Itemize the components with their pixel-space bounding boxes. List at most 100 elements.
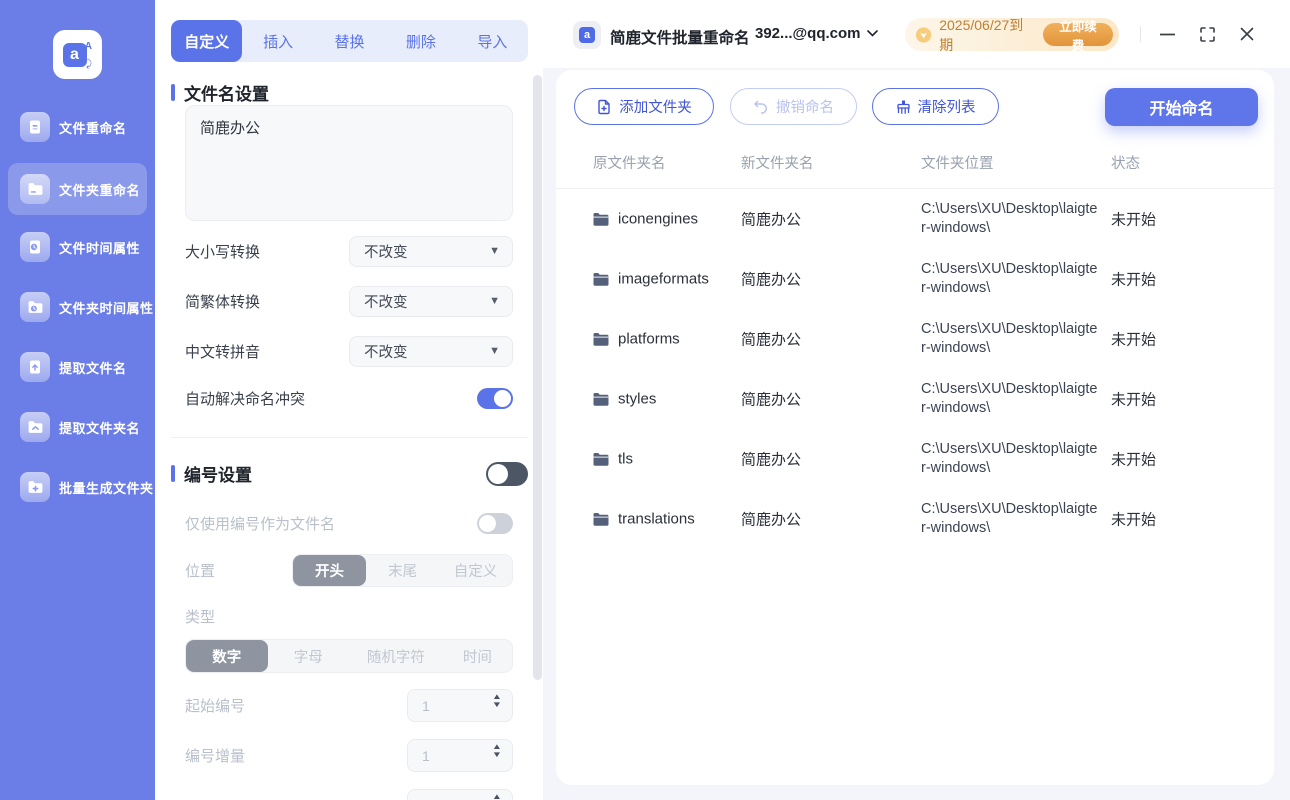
pinyin-select[interactable]: 不改变 ▼	[349, 336, 513, 367]
position-option-end[interactable]: 末尾	[366, 555, 439, 586]
table-row[interactable]: styles 简鹿办公 C:\Users\XU\Desktop\laigter-…	[556, 369, 1274, 429]
stepper-arrows[interactable]: ▲▼	[492, 793, 502, 800]
type-option-time[interactable]: 时间	[443, 640, 512, 672]
close-button[interactable]	[1238, 27, 1256, 41]
folder-icon	[593, 272, 609, 286]
chevron-down-icon: ▼	[489, 345, 500, 357]
simplified-traditional-select[interactable]: 不改变 ▼	[349, 286, 513, 317]
batch-create-folder-icon	[20, 472, 50, 502]
account-menu[interactable]: 392...@qq.com	[755, 25, 878, 42]
clipped-row: ▲▼	[185, 789, 513, 800]
chevron-down-icon: ▼	[489, 295, 500, 307]
app-logo-icon: a A ⤸	[53, 30, 102, 79]
stepper-arrows[interactable]: ▲▼	[492, 693, 502, 709]
start-number-input[interactable]: ▲▼	[407, 689, 513, 722]
table-row[interactable]: translations 简鹿办公 C:\Users\XU\Desktop\la…	[556, 489, 1274, 549]
sidebar-item-label: 文件夹时间属性	[59, 300, 154, 316]
col-status: 状态	[1111, 156, 1140, 172]
folder-icon	[593, 212, 609, 226]
folder-icon	[593, 392, 609, 406]
chevron-down-icon	[866, 30, 878, 37]
license-expiry: 2025/06/27到期	[939, 16, 1024, 53]
status-label: 未开始	[1111, 391, 1157, 409]
table-row[interactable]: iconengines 简鹿办公 C:\Users\XU\Desktop\lai…	[556, 189, 1274, 249]
sidebar-item-label: 文件重命名	[59, 120, 127, 136]
status-label: 未开始	[1111, 331, 1157, 349]
stepper-arrows[interactable]: ▲▼	[492, 743, 502, 759]
only-number-label: 仅使用编号作为文件名	[185, 515, 336, 533]
folder-time-icon	[20, 292, 50, 322]
increment-row: 编号增量 ▲▼	[185, 739, 513, 772]
tab-custom[interactable]: 自定义	[171, 20, 243, 62]
toolbar: 添加文件夹 撤销命名 清除列表 开始命名	[574, 88, 1258, 126]
sidebar-item-folder-time[interactable]: 文件夹时间属性	[8, 283, 153, 331]
minimize-button[interactable]	[1158, 27, 1176, 41]
app-titlebar-icon: a	[573, 21, 601, 49]
tab-import[interactable]: 导入	[457, 20, 528, 62]
start-rename-button[interactable]: 开始命名	[1105, 88, 1258, 126]
numbering-section-header: 编号设置	[171, 461, 528, 486]
table-row[interactable]: platforms 简鹿办公 C:\Users\XU\Desktop\laigt…	[556, 309, 1274, 369]
only-number-toggle[interactable]	[477, 512, 513, 534]
add-folder-icon	[598, 99, 610, 114]
titlebar-separator	[1140, 26, 1141, 42]
folder-icon	[593, 332, 609, 346]
folder-icon	[593, 452, 609, 466]
type-option-letter[interactable]: 字母	[268, 640, 350, 672]
undo-icon	[754, 100, 768, 114]
clear-list-button[interactable]: 清除列表	[872, 88, 999, 125]
position-option-start[interactable]: 开头	[293, 555, 366, 586]
auto-resolve-toggle[interactable]	[477, 387, 513, 409]
folder-table: iconengines 简鹿办公 C:\Users\XU\Desktop\lai…	[556, 189, 1274, 549]
sidebar-item-file-time[interactable]: 文件时间属性	[8, 223, 147, 271]
tab-delete[interactable]: 删除	[385, 20, 456, 62]
table-row[interactable]: tls 简鹿办公 C:\Users\XU\Desktop\laigter-win…	[556, 429, 1274, 489]
sidebar-item-label: 文件夹重命名	[59, 182, 141, 198]
sidebar-item-folder-rename[interactable]: 文件夹重命名	[8, 163, 147, 215]
sidebar-item-extract-filename[interactable]: 提取文件名	[8, 343, 147, 391]
table-row[interactable]: imageformats 简鹿办公 C:\Users\XU\Desktop\la…	[556, 249, 1274, 309]
undo-rename-button[interactable]: 撤销命名	[730, 88, 857, 125]
sidebar-item-label: 提取文件名	[59, 360, 127, 376]
renew-button[interactable]: 立即续费	[1043, 20, 1113, 53]
vip-icon	[915, 26, 932, 43]
sidebar-item-batch-create-folder[interactable]: 批量生成文件夹	[8, 463, 153, 511]
increment-input[interactable]: ▲▼	[407, 739, 513, 772]
type-option-random[interactable]: 随机字符	[349, 640, 443, 672]
position-segmented: 开头 末尾 自定义	[292, 554, 513, 587]
app-window: a A ⤸ 文件重命名 文件夹重命名 文件时间属性 文件夹时间属性 提取文件名 …	[0, 0, 1290, 800]
maximize-button[interactable]	[1198, 26, 1216, 42]
broom-icon	[896, 100, 910, 114]
clipped-number-input[interactable]: ▲▼	[407, 789, 513, 800]
start-number-label: 起始编号	[185, 698, 246, 715]
type-option-number[interactable]: 数字	[186, 640, 268, 672]
case-convert-row: 大小写转换 不改变 ▼	[185, 236, 513, 267]
license-badge: 2025/06/27到期 立即续费	[905, 17, 1119, 53]
sidebar-item-extract-foldername[interactable]: 提取文件夹名	[8, 403, 147, 451]
sidebar-nav: 文件重命名 文件夹重命名 文件时间属性 文件夹时间属性 提取文件名 提取文件夹名…	[0, 103, 155, 523]
position-option-custom[interactable]: 自定义	[439, 555, 512, 586]
sidebar-item-label: 批量生成文件夹	[59, 480, 154, 496]
filename-section-header: 文件名设置	[171, 80, 269, 105]
increment-label: 编号增量	[185, 748, 246, 765]
filename-input[interactable]: 简鹿办公	[185, 105, 513, 221]
type-label-row: 类型	[185, 606, 513, 626]
scrollbar-thumb[interactable]	[533, 75, 542, 680]
account-email: 392...@qq.com	[755, 25, 861, 42]
case-convert-label: 大小写转换	[185, 244, 261, 261]
status-label: 未开始	[1111, 271, 1157, 289]
extract-filename-icon	[20, 352, 50, 382]
filename-section-title: 文件名设置	[184, 85, 269, 104]
tab-replace[interactable]: 替换	[314, 20, 385, 62]
case-convert-select[interactable]: 不改变 ▼	[349, 236, 513, 267]
close-icon	[1240, 27, 1254, 41]
auto-resolve-label: 自动解决命名冲突	[185, 390, 306, 408]
sidebar-item-file-rename[interactable]: 文件重命名	[8, 103, 147, 151]
numbering-toggle[interactable]	[486, 461, 528, 486]
tab-insert[interactable]: 插入	[242, 20, 313, 62]
position-row: 位置 开头 末尾 自定义	[185, 554, 513, 587]
add-folder-button[interactable]: 添加文件夹	[574, 88, 714, 125]
main-area: a 简鹿文件批量重命名 392...@qq.com 2025/06/27到期 立…	[543, 0, 1290, 800]
only-number-row: 仅使用编号作为文件名	[185, 512, 513, 534]
settings-panel: 自定义 插入 替换 删除 导入 文件名设置 简鹿办公 大小写转换 不改变 ▼ 简…	[155, 0, 543, 800]
